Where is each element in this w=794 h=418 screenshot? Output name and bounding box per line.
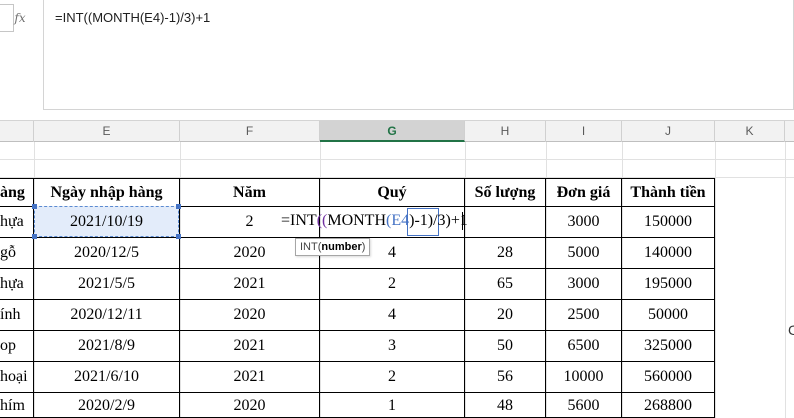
column-header-h[interactable]: H (465, 121, 546, 142)
column-header-f[interactable]: F (180, 121, 320, 142)
column-header-j[interactable]: J (622, 121, 715, 142)
table-cell-j[interactable]: 150000 (622, 207, 714, 237)
fx-icon[interactable]: fx (0, 6, 40, 30)
column-header-g[interactable]: G (320, 121, 465, 142)
formula-text[interactable]: =INT((MONTH(E4)-1)/3)+1 (55, 10, 210, 25)
table-cell-g[interactable]: 3 (320, 331, 464, 361)
table-cell-e[interactable]: 2020/12/5 (34, 238, 179, 268)
table-cell-j[interactable]: 560000 (622, 362, 714, 392)
table-cell-g[interactable]: 1 (320, 393, 464, 418)
column-header-l[interactable] (785, 121, 794, 142)
table-cell-h[interactable]: 20 (465, 300, 545, 330)
table-cell-i[interactable]: 2500 (546, 300, 621, 330)
table-cell-i[interactable]: 5000 (546, 238, 621, 268)
table-cell-h[interactable]: 28 (465, 238, 545, 268)
table-cell-f[interactable]: 2020 (180, 300, 319, 330)
table-cell-g[interactable]: 2 (320, 362, 464, 392)
header-cell-f[interactable]: Năm (180, 179, 319, 206)
table-cell-e[interactable]: 2021/5/5 (34, 269, 179, 299)
table-cell-d[interactable]: op (0, 331, 33, 361)
table-cell-i[interactable]: 6500 (546, 331, 621, 361)
table-cell-j[interactable]: 195000 (622, 269, 714, 299)
table-cell-f[interactable]: 2021 (180, 362, 319, 392)
column-header-e[interactable]: E (34, 121, 180, 142)
table-cell-i[interactable]: 5600 (546, 393, 621, 418)
table-cell-e[interactable]: 2021/10/19 (34, 207, 179, 237)
table-cell-i[interactable]: 10000 (546, 362, 621, 392)
cell-editor[interactable]: =INT((MONTH(E4)-1)/3)+1 (281, 210, 468, 232)
table-cell-h[interactable] (465, 207, 545, 237)
table-cell-j[interactable]: 140000 (622, 238, 714, 268)
table-cell-h[interactable]: 65 (465, 269, 545, 299)
table-cell-d[interactable]: hựa (0, 207, 33, 237)
column-header-k[interactable]: K (715, 121, 785, 142)
table-cell-e[interactable]: 2021/8/9 (34, 331, 179, 361)
column-header-d[interactable] (0, 121, 34, 142)
table-cell-g[interactable]: 4 (320, 300, 464, 330)
table-cell-f[interactable]: 2021 (180, 269, 319, 299)
table-cell-j[interactable]: 268800 (622, 393, 714, 418)
table-cell-h[interactable]: 50 (465, 331, 545, 361)
function-tooltip[interactable]: INT(number) (295, 238, 371, 256)
header-cell-e[interactable]: Ngày nhập hàng (34, 179, 179, 206)
table-cell-e[interactable]: 2020/12/11 (34, 300, 179, 330)
table-cell-h[interactable]: 48 (465, 393, 545, 418)
table-cell-d[interactable]: hoại (0, 362, 33, 392)
formula-bar: fx =INT((MONTH(E4)-1)/3)+1 (0, 0, 794, 110)
table-cell-g[interactable]: 2 (320, 269, 464, 299)
table-cell-d[interactable]: gỗ (0, 238, 33, 268)
table-cell-e[interactable]: 2021/6/10 (34, 362, 179, 392)
table-cell-d[interactable]: ính (0, 300, 33, 330)
table-cell-j[interactable]: 325000 (622, 331, 714, 361)
table-cell-i[interactable]: 3000 (546, 207, 621, 237)
text-caret (462, 212, 463, 230)
table-cell-i[interactable]: 3000 (546, 269, 621, 299)
table-cell-d[interactable]: hím (0, 393, 33, 418)
table-cell-j[interactable]: 50000 (622, 300, 714, 330)
table-cell-d[interactable]: hựa (0, 269, 33, 299)
cell-fragment: C (788, 322, 794, 338)
header-cell-i[interactable]: Đơn giá (546, 179, 621, 206)
divider (0, 110, 794, 120)
header-cell-d[interactable]: àng (0, 179, 33, 206)
column-header-i[interactable]: I (546, 121, 622, 142)
header-cell-h[interactable]: Số lượng (465, 179, 545, 206)
header-cell-j[interactable]: Thành tiền (622, 179, 714, 206)
table-cell-h[interactable]: 56 (465, 362, 545, 392)
column-headers: E F G H I J K (0, 120, 794, 142)
table-cell-f[interactable]: 2021 (180, 331, 319, 361)
table-cell-e[interactable]: 2020/2/9 (34, 393, 179, 418)
header-cell-g[interactable]: Quý (320, 179, 464, 206)
table-cell-f[interactable]: 2020 (180, 393, 319, 418)
